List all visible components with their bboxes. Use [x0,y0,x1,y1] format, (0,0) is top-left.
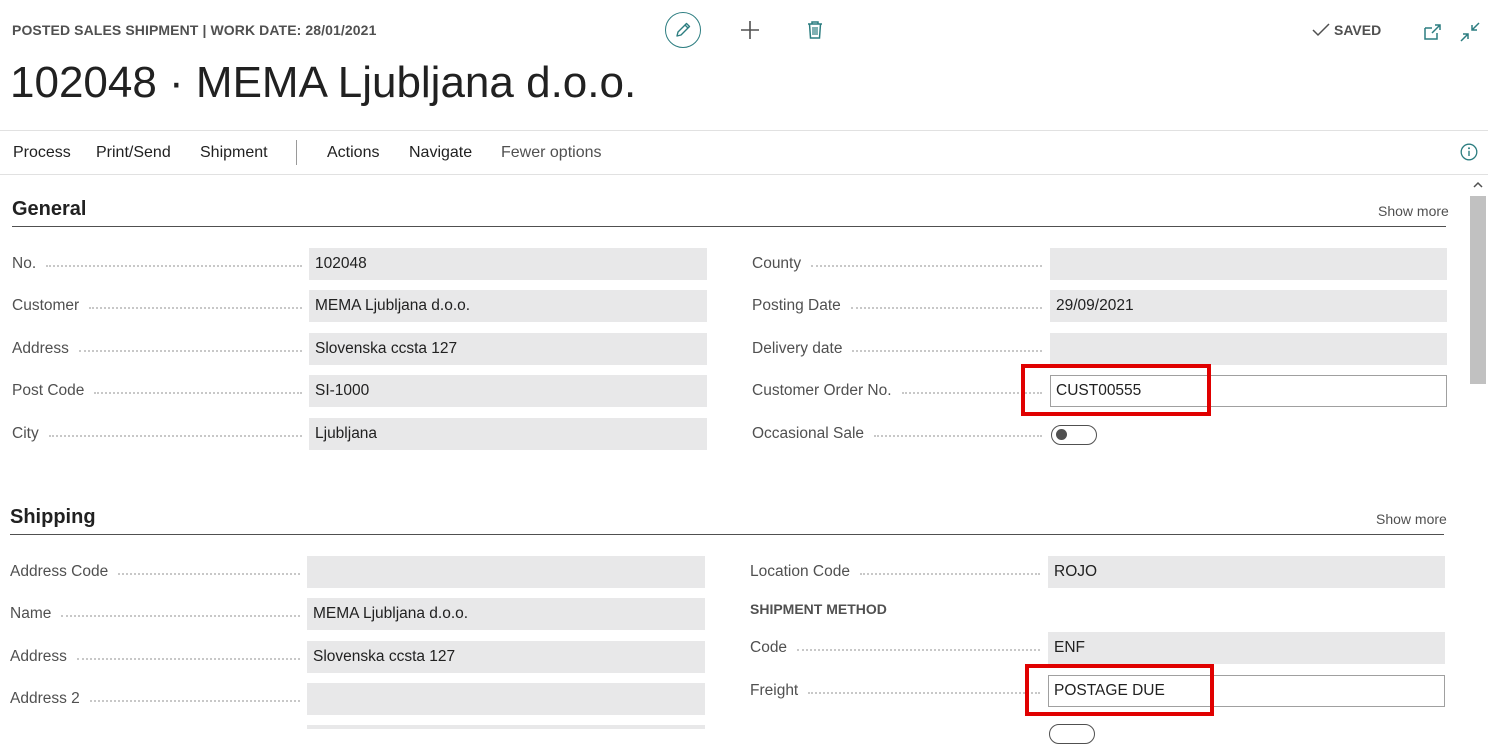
partial-toggle[interactable] [1049,724,1095,744]
page-title: 102048 · MEMA Ljubljana d.o.o. [10,58,637,107]
field-label-city: City [12,418,310,450]
field-address-code[interactable] [307,556,705,588]
plus-icon [741,21,759,39]
field-post-code[interactable]: SI-1000 [309,375,707,407]
general-show-more[interactable]: Show more [1378,203,1449,219]
action-fewer-options[interactable]: Fewer options [501,144,602,162]
field-label-address: Address [12,333,310,365]
toggle-knob [1056,429,1067,440]
field-city[interactable]: Ljubljana [309,418,707,450]
field-label-shipment-code: Code [750,632,1048,664]
field-label-address-code: Address Code [10,556,308,588]
field-freight[interactable]: POSTAGE DUE [1048,675,1445,707]
edit-button[interactable] [665,12,701,48]
field-label-customer-order-no: Customer Order No. [752,375,1050,407]
shipping-section-rule [10,534,1444,535]
action-print-send[interactable]: Print/Send [96,144,171,162]
action-bar-top-border [0,130,1488,131]
field-ship-address[interactable]: Slovenska ccsta 127 [307,641,705,673]
field-label-location-code: Location Code [750,556,1048,588]
field-label-ship-address-2: Address 2 [10,683,308,715]
collapse-icon[interactable] [1460,22,1480,42]
action-actions[interactable]: Actions [327,144,379,162]
field-location-code[interactable]: ROJO [1048,556,1445,588]
saved-label: SAVED [1334,22,1382,38]
action-separator [296,140,297,165]
occasional-sale-toggle[interactable] [1051,425,1097,445]
field-label-county: County [752,248,1050,280]
field-shipment-code[interactable]: ENF [1048,632,1445,664]
field-next-partial[interactable] [307,725,705,729]
open-in-new-window-icon[interactable] [1423,22,1443,42]
field-ship-address-2[interactable] [307,683,705,715]
new-button[interactable] [738,18,762,42]
checkmark-icon [1312,23,1330,37]
field-customer[interactable]: MEMA Ljubljana d.o.o. [309,290,707,322]
shipping-show-more[interactable]: Show more [1376,511,1447,527]
field-address[interactable]: Slovenska ccsta 127 [309,333,707,365]
action-process[interactable]: Process [13,144,71,162]
field-label-freight: Freight [750,675,1048,707]
general-section-rule [12,226,1446,227]
field-county[interactable] [1050,248,1447,280]
field-label-ship-address: Address [10,641,308,673]
field-label-posting-date: Posting Date [752,290,1050,322]
field-label-no: No. [12,248,310,280]
field-label-ship-name: Name [10,598,308,630]
field-label-delivery-date: Delivery date [752,333,1050,365]
field-customer-order-no[interactable]: CUST00555 [1050,375,1447,407]
field-label-post-code: Post Code [12,375,310,407]
field-ship-name[interactable]: MEMA Ljubljana d.o.o. [307,598,705,630]
action-shipment[interactable]: Shipment [200,144,268,162]
action-navigate[interactable]: Navigate [409,144,472,162]
info-icon[interactable] [1460,143,1478,161]
trash-icon [808,21,822,39]
field-label-customer: Customer [12,290,310,322]
field-posting-date[interactable]: 29/09/2021 [1050,290,1447,322]
page-caption: POSTED SALES SHIPMENT | WORK DATE: 28/01… [12,22,377,38]
saved-status: SAVED [1312,22,1381,38]
scrollbar-thumb[interactable] [1470,196,1486,384]
delete-button[interactable] [803,18,827,42]
action-bar-bottom-border [0,174,1488,175]
field-label-occasional-sale: Occasional Sale [752,418,1050,450]
scroll-up-arrow-icon[interactable] [1471,179,1485,191]
section-title-general[interactable]: General [12,198,86,221]
field-no[interactable]: 102048 [309,248,707,280]
field-delivery-date[interactable] [1050,333,1447,365]
section-title-shipping[interactable]: Shipping [10,506,96,529]
pencil-icon [676,22,691,37]
shipment-method-heading: SHIPMENT METHOD [750,601,887,617]
